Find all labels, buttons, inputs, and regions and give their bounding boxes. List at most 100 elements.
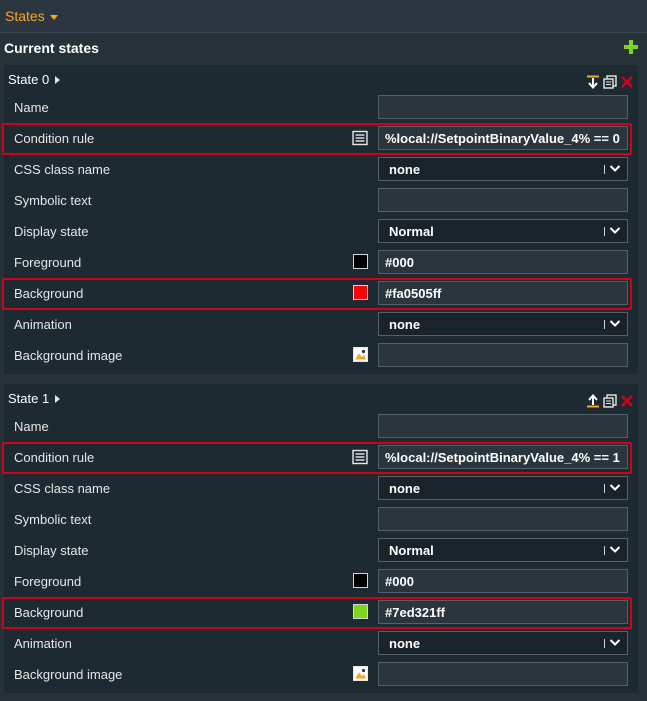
animation-row: Animation none (4, 629, 638, 660)
css-class-select[interactable]: none (378, 157, 628, 181)
chevron-right-icon (55, 394, 61, 403)
background-image-label: Background image (14, 667, 123, 682)
states-section-toggle[interactable]: States (5, 8, 58, 24)
select-divider (604, 227, 605, 236)
css-class-value: none (389, 481, 421, 496)
name-input[interactable] (378, 414, 628, 438)
chevron-down-icon (49, 14, 58, 20)
background-row: Background (2, 278, 638, 310)
background-label: Background (14, 605, 84, 620)
chevron-down-icon (609, 546, 621, 553)
name-label: Name (14, 100, 49, 115)
css-class-select[interactable]: none (378, 476, 628, 500)
state-title-toggle[interactable]: State 0 (8, 72, 61, 87)
select-divider (604, 165, 605, 174)
chevron-down-icon (609, 227, 621, 234)
background-image-input[interactable] (378, 343, 628, 367)
select-divider (604, 639, 605, 648)
name-input[interactable] (378, 95, 628, 119)
properties-topbar: States (0, 0, 647, 33)
duplicate-icon[interactable] (603, 394, 617, 408)
css-class-row: CSS class name none (4, 474, 638, 505)
duplicate-icon[interactable] (603, 75, 617, 89)
animation-value: none (389, 317, 421, 332)
animation-select[interactable]: none (378, 312, 628, 336)
condition-rule-row: Condition rule (2, 123, 638, 155)
state-toolbar (586, 394, 634, 408)
state-title-toggle[interactable]: State 1 (8, 391, 61, 406)
symbolic-text-row: Symbolic text (4, 505, 638, 536)
foreground-input[interactable] (378, 250, 628, 274)
state-title: State 0 (8, 72, 50, 87)
animation-label: Animation (14, 317, 72, 332)
background-row: Background (2, 597, 638, 629)
foreground-input[interactable] (378, 569, 628, 593)
display-state-select[interactable]: Normal (378, 219, 628, 243)
background-color-swatch[interactable] (353, 285, 368, 300)
foreground-color-swatch[interactable] (353, 254, 368, 269)
background-color-swatch[interactable] (353, 604, 368, 619)
chevron-down-icon (609, 165, 621, 172)
state-panel-0: State 0 Name Condition rule %local://Set… (2, 65, 638, 374)
chevron-down-icon (609, 320, 621, 327)
foreground-color-swatch[interactable] (353, 573, 368, 588)
name-label: Name (14, 419, 49, 434)
select-divider (604, 546, 605, 555)
chevron-down-icon (609, 639, 621, 646)
rule-editor-icon[interactable] (352, 449, 368, 465)
display-state-row: Display state Normal (4, 217, 638, 248)
css-class-label: CSS class name (14, 162, 111, 177)
symbolic-text-label: Symbolic text (14, 512, 92, 527)
add-state-icon[interactable] (624, 40, 638, 54)
condition-rule-label: Condition rule (14, 450, 95, 465)
image-picker-icon[interactable] (353, 347, 368, 362)
symbolic-text-row: Symbolic text (4, 186, 638, 217)
image-picker-icon[interactable] (353, 666, 368, 681)
state-toolbar (586, 75, 634, 89)
symbolic-text-input[interactable] (378, 507, 628, 531)
state-panel-1: State 1 Name Condition rule %local://Set… (2, 384, 638, 693)
move-up-icon[interactable] (586, 394, 600, 408)
move-down-icon[interactable] (586, 75, 600, 89)
symbolic-text-input[interactable] (378, 188, 628, 212)
select-divider (604, 484, 605, 493)
condition-rule-input[interactable] (378, 126, 628, 150)
name-row: Name (4, 93, 638, 124)
name-row: Name (4, 412, 638, 443)
background-label: Background (14, 286, 84, 301)
background-image-row: Background image (4, 341, 638, 372)
animation-row: Animation none (4, 310, 638, 341)
background-image-row: Background image (4, 660, 638, 691)
foreground-row: Foreground (4, 567, 638, 598)
background-image-label: Background image (14, 348, 123, 363)
animation-select[interactable]: none (378, 631, 628, 655)
chevron-right-icon (55, 75, 61, 84)
states-label: States (5, 8, 45, 24)
css-class-value: none (389, 162, 421, 177)
css-class-label: CSS class name (14, 481, 111, 496)
delete-icon[interactable] (620, 75, 634, 89)
select-divider (604, 320, 605, 329)
background-image-input[interactable] (378, 662, 628, 686)
css-class-row: CSS class name none (4, 155, 638, 186)
display-state-label: Display state (14, 543, 89, 558)
delete-icon[interactable] (620, 394, 634, 408)
display-state-select[interactable]: Normal (378, 538, 628, 562)
condition-rule-label: Condition rule (14, 131, 95, 146)
animation-value: none (389, 636, 421, 651)
condition-rule-input[interactable] (378, 445, 628, 469)
background-input[interactable] (378, 281, 628, 305)
animation-label: Animation (14, 636, 72, 651)
foreground-row: Foreground (4, 248, 638, 279)
foreground-label: Foreground (14, 574, 82, 589)
foreground-label: Foreground (14, 255, 82, 270)
state-title: State 1 (8, 391, 50, 406)
chevron-down-icon (609, 484, 621, 491)
display-state-value: Normal (389, 543, 434, 558)
rule-editor-icon[interactable] (352, 130, 368, 146)
symbolic-text-label: Symbolic text (14, 193, 92, 208)
background-input[interactable] (378, 600, 628, 624)
display-state-label: Display state (14, 224, 89, 239)
display-state-row: Display state Normal (4, 536, 638, 567)
condition-rule-row: Condition rule (2, 442, 638, 474)
